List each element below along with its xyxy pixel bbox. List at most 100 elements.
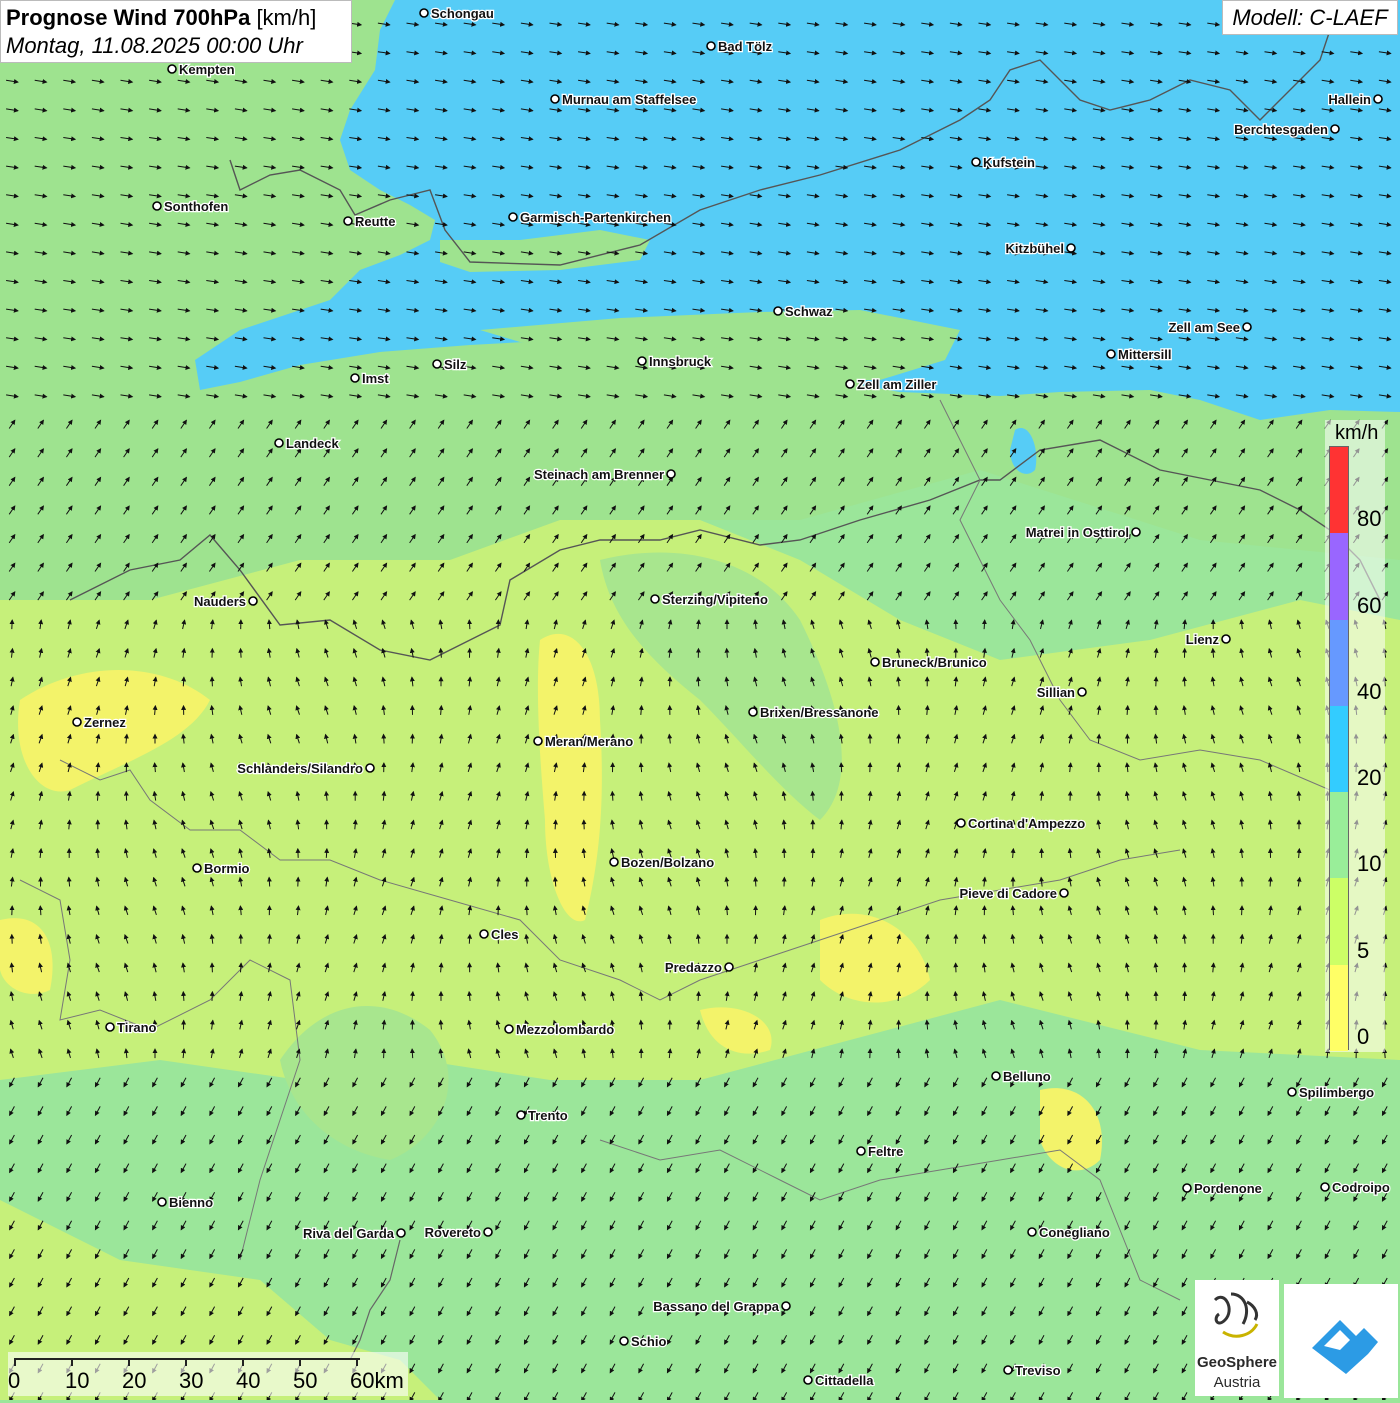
city-dot [397,1229,405,1237]
city-label: Pordenone [1194,1181,1262,1196]
city-label: Trento [528,1108,568,1123]
city-label: Imst [362,371,389,386]
city-marker: Cortina d'Ampezzo [957,816,1085,831]
city-label: Zell am See [1168,320,1240,335]
wind-arrow [469,620,470,629]
wind-arrow [755,878,756,887]
city-marker: Meran/Merano [534,734,633,749]
geosphere-name-line1: GeoSphere [1195,1354,1279,1371]
city-label: Bienno [169,1195,213,1210]
wind-arrow [698,992,699,1001]
city-dot [846,380,854,388]
city-label: Zernez [84,715,126,730]
city-label: Nauders [194,594,246,609]
wind-arrow [1127,1021,1128,1030]
city-dot [484,1228,492,1236]
wind-arrow [898,1049,899,1058]
legend-label: 60 [1357,593,1381,619]
city-label: Cles [491,927,518,942]
city-label: Pieve di Cadore [959,886,1057,901]
wind-arrow [183,992,184,1001]
mountain-hand-logo [1284,1284,1398,1398]
wind-arrow [927,963,928,972]
wind-arrow [1270,878,1271,887]
city-label: Meran/Merano [545,734,633,749]
city-marker: Berchtesgaden [1234,122,1339,137]
city-label: Codroipo [1332,1180,1390,1195]
city-marker: Mezzolombardo [505,1022,614,1037]
scale-tick [242,1358,244,1366]
city-dot [1288,1088,1296,1096]
scale-tick [71,1358,73,1366]
scale-tick [128,1358,130,1366]
wind-arrow [984,935,985,944]
city-marker: Bruneck/Brunico [871,655,987,670]
city-label: Brixen/Bressanone [760,705,879,720]
city-label: Schwaz [785,304,833,319]
city-label: Conegliano [1039,1225,1110,1240]
city-dot [1374,95,1382,103]
wind-arrow [412,1049,413,1058]
wind-arrow [241,963,242,972]
city-label: Hallein [1328,92,1371,107]
city-dot [1067,244,1075,252]
city-dot [249,597,257,605]
city-label: Kempten [179,62,235,77]
city-marker: Bozen/Bolzano [610,855,714,870]
city-dot [420,9,428,17]
city-dot [480,930,488,938]
wind-arrow [555,820,556,829]
city-label: Innsbruck [649,354,712,369]
city-dot [275,439,283,447]
city-label: Riva del Garda [303,1226,395,1241]
legend-unit: km/h [1335,422,1378,445]
city-dot [992,1072,1000,1080]
city-dot [1222,635,1230,643]
city-label: Feltre [868,1144,903,1159]
legend-label: 5 [1357,938,1369,964]
map-datetime: Montag, 11.08.2025 00:00 Uhr [6,32,346,60]
city-dot [1243,323,1251,331]
wind-arrow [183,677,184,686]
city-dot [1078,688,1086,696]
city-dot [782,1302,790,1310]
scale-label: 30 [179,1368,203,1394]
wind-arrow [984,620,985,629]
wind-arrow [527,906,528,915]
city-dot [610,858,618,866]
city-dot [972,158,980,166]
city-label: Berchtesgaden [1234,122,1328,137]
city-dot [1004,1366,1012,1374]
title-box: Prognose Wind 700hPa [km/h] Montag, 11.0… [0,0,352,63]
city-label: Garmisch-Partenkirchen [520,210,671,225]
legend-swatch [1330,792,1348,878]
scale-line [14,1358,360,1360]
legend-swatch [1330,533,1348,619]
legend-swatch [1330,447,1348,533]
city-marker: Innsbruck [638,354,712,369]
city-marker: Pordenone [1183,1181,1262,1196]
city-label: Rovereto [425,1225,481,1240]
city-marker: Cittadella [804,1373,874,1388]
city-dot [1331,125,1339,133]
legend-label: 40 [1357,679,1381,705]
city-marker: Steinach am Brenner [534,467,675,482]
wind-arrow [1184,677,1185,686]
city-label: Zell am Ziller [857,377,936,392]
wind-arrow [40,906,41,915]
city-label: Sillian [1037,685,1075,700]
scale-label: 60km [350,1368,404,1394]
scale-tick [356,1358,358,1366]
city-dot [957,819,965,827]
wind-arrow [1213,906,1214,915]
wind-arrow [326,849,327,858]
wind-arrow [98,792,99,801]
city-dot [638,357,646,365]
city-dot [505,1025,513,1033]
wind-arrow [1127,706,1128,715]
city-label: Mezzolombardo [516,1022,614,1037]
wind-arrow [813,849,814,858]
city-label: Bormio [204,861,250,876]
wind-arrow [269,878,270,887]
legend-swatch [1330,706,1348,792]
